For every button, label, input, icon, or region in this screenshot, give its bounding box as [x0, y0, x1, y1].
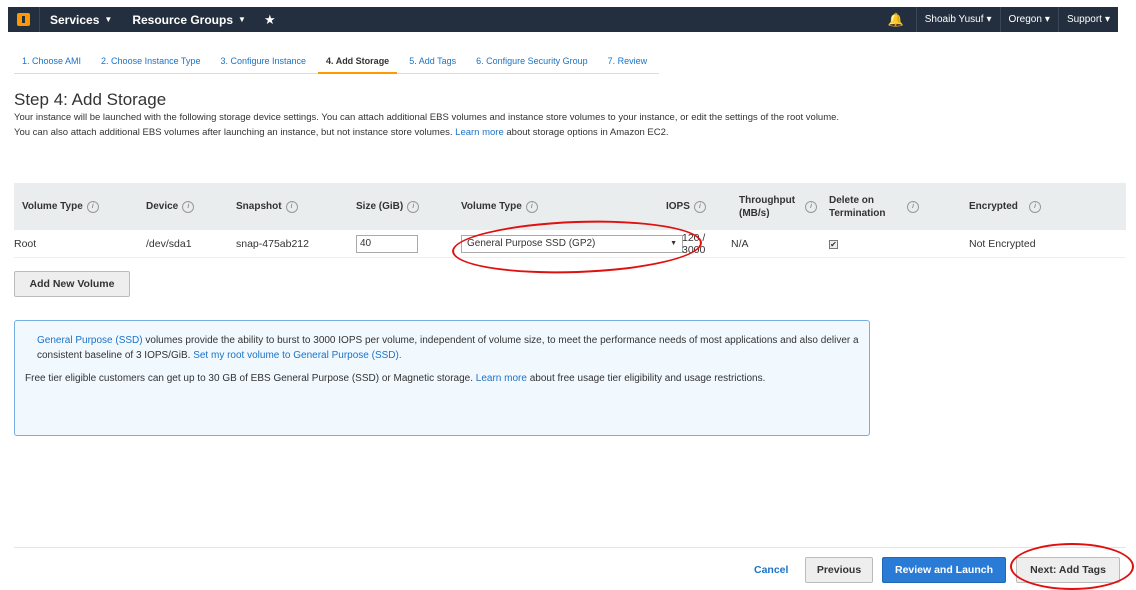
tab-configure-security-group[interactable]: 6. Configure Security Group [468, 52, 596, 74]
add-new-volume-button[interactable]: Add New Volume [14, 271, 130, 297]
th-volume-type: Volume Type i [14, 200, 138, 213]
info-icon[interactable]: i [693, 200, 706, 213]
th-label: Throughput (MB/s) [739, 194, 796, 219]
info-icon[interactable]: i [805, 200, 817, 213]
previous-button[interactable]: Previous [805, 557, 873, 583]
delete-on-termination-checkbox[interactable]: ✔ [829, 239, 838, 249]
chevron-down-icon: ▾ [1104, 14, 1110, 25]
info-icon[interactable]: i [285, 200, 298, 213]
aws-cube-icon [17, 13, 30, 26]
general-purpose-link[interactable]: General Purpose (SSD) [37, 335, 143, 346]
info-text: volumes provide the ability to burst to … [37, 335, 859, 361]
th-label: Size (GiB) [356, 201, 404, 212]
volume-type-select[interactable]: General Purpose SSD (GP2) ▼ [461, 234, 683, 253]
description-text: Your instance will be launched with the … [14, 112, 840, 138]
chevron-down-icon: ▾ [986, 14, 992, 25]
info-icon[interactable]: i [907, 200, 919, 213]
th-snapshot: Snapshot i [228, 200, 348, 213]
cell-size: 40 [348, 234, 453, 253]
cell-throughput: N/A [731, 237, 749, 250]
free-tier-learn-more-link[interactable]: Learn more [476, 373, 527, 384]
cell-snapshot: snap-475ab212 [236, 237, 309, 250]
chevron-down-icon: ▾ [1044, 14, 1050, 25]
th-delete-on-termination: Delete on Termination i [821, 194, 961, 220]
tab-review[interactable]: 7. Review [600, 52, 656, 74]
info-icon[interactable]: i [182, 200, 195, 213]
th-label: IOPS [666, 201, 690, 212]
info-icon[interactable]: i [86, 200, 99, 213]
page-title: Step 4: Add Storage [14, 90, 167, 109]
info-paragraph-1: General Purpose (SSD) volumes provide th… [25, 333, 859, 363]
select-value: General Purpose SSD (GP2) [467, 238, 596, 249]
page-description: Your instance will be launched with the … [14, 110, 854, 140]
pin-icon[interactable]: ★ [256, 12, 284, 28]
table-row: Root /dev/sda1 snap-475ab212 40 General … [14, 230, 1126, 258]
cell-iops: 120 / 3000 [682, 231, 706, 256]
services-label: Services [50, 12, 100, 27]
cell-volume-type: Root [14, 237, 37, 250]
th-label: Device [146, 201, 179, 212]
info-icon[interactable]: i [525, 200, 538, 213]
cancel-link[interactable]: Cancel [754, 564, 788, 576]
info-box: General Purpose (SSD) volumes provide th… [14, 320, 870, 436]
user-name: Shoaib Yusuf [924, 14, 984, 25]
region-menu[interactable]: Oregon ▾ [999, 7, 1058, 32]
tab-add-storage[interactable]: 4. Add Storage [318, 52, 398, 74]
info-icon[interactable]: i [1029, 200, 1041, 213]
tab-choose-instance-type[interactable]: 2. Choose Instance Type [93, 52, 208, 74]
storage-table: Volume Type i Device i Snapshot i Size (GiB… [14, 183, 1126, 258]
learn-more-link[interactable]: Learn more [455, 127, 504, 138]
cell-encrypted: Not Encrypted [969, 237, 1036, 250]
th-volume-type-2: Volume Type i [453, 200, 658, 213]
cell-delete-on-termination: ✔ [821, 238, 961, 250]
support-menu[interactable]: Support ▾ [1057, 7, 1118, 32]
th-device: Device i [138, 200, 228, 213]
review-and-launch-button[interactable]: Review and Launch [882, 557, 1006, 583]
nav-right: 🔔 Shoaib Yusuf ▾ Oregon ▾ Support ▾ [876, 7, 1118, 32]
set-root-volume-link[interactable]: Set my root volume to General Purpose (S… [193, 350, 401, 361]
user-menu[interactable]: Shoaib Yusuf ▾ [915, 7, 1000, 32]
top-navbar: Services ▼ Resource Groups ▼ ★ 🔔 Shoaib Yu… [8, 7, 1118, 32]
resource-groups-label: Resource Groups [132, 12, 234, 27]
footer-divider [14, 547, 1126, 548]
size-input[interactable]: 40 [356, 234, 418, 253]
th-label: Volume Type [22, 201, 83, 212]
table-header: Volume Type i Device i Snapshot i Size (GiB… [14, 183, 1126, 230]
th-label: Volume Type [461, 201, 522, 212]
info-paragraph-2: Free tier eligible customers can get up … [25, 371, 859, 386]
support-label: Support [1066, 14, 1102, 25]
info-icon[interactable]: i [407, 200, 420, 213]
th-label: Delete on Termination [829, 194, 886, 219]
wizard-tabs: 1. Choose AMI 2. Choose Instance Type 3.… [14, 52, 660, 74]
resource-groups-menu[interactable]: Resource Groups ▼ [122, 7, 256, 32]
th-throughput: Throughput (MB/s) i [731, 194, 821, 220]
services-menu[interactable]: Services ▼ [40, 7, 122, 32]
bell-icon[interactable]: 🔔 [876, 12, 916, 28]
next-add-tags-button[interactable]: Next: Add Tags [1016, 557, 1120, 583]
aws-logo[interactable] [8, 7, 40, 32]
chevron-down-icon: ▼ [238, 15, 246, 24]
th-label: Snapshot [236, 201, 282, 212]
region-label: Oregon [1008, 14, 1042, 25]
th-encrypted: Encrypted i [961, 200, 1071, 213]
tab-add-tags[interactable]: 5. Add Tags [401, 52, 464, 74]
tab-configure-instance[interactable]: 3. Configure Instance [212, 52, 314, 74]
cell-device: /dev/sda1 [146, 237, 192, 250]
th-iops: IOPS i [658, 200, 731, 213]
th-label: Encrypted [969, 201, 1018, 212]
chevron-down-icon: ▼ [104, 15, 113, 24]
cell-volume-type-select: General Purpose SSD (GP2) ▼ [453, 234, 683, 253]
description-tail: about storage options in Amazon EC2. [506, 127, 669, 138]
info-text: Free tier eligible customers can get up … [25, 373, 473, 384]
th-size: Size (GiB) i [348, 200, 453, 213]
tab-choose-ami[interactable]: 1. Choose AMI [14, 52, 89, 74]
info-tail: about free usage tier eligibility and us… [529, 373, 766, 384]
